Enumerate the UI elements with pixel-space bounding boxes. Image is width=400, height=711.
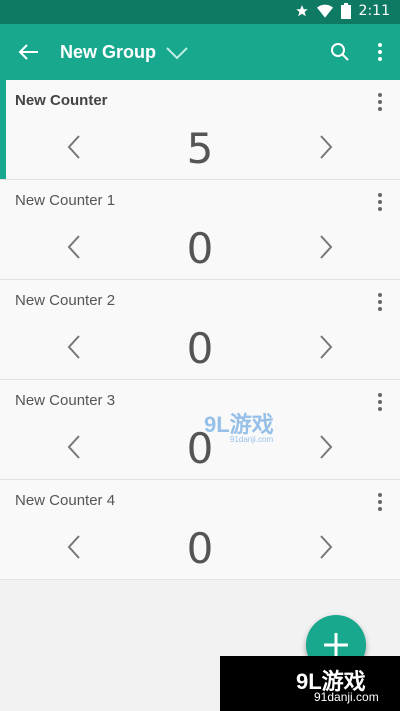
counter-item[interactable]: New Counter 4 0 [0, 480, 400, 580]
chevron-right-icon[interactable] [314, 132, 338, 162]
more-vert-icon[interactable] [370, 40, 390, 64]
counter-name: New Counter 1 [15, 192, 116, 209]
watermark-banner: 9L游戏 91danji.com [220, 656, 400, 711]
counter-item[interactable]: New Counter 1 0 [0, 180, 400, 280]
chevron-left-icon[interactable] [62, 432, 86, 462]
page-title: New Group [60, 42, 157, 62]
back-arrow-icon[interactable] [14, 38, 42, 66]
chevron-right-icon[interactable] [314, 332, 338, 362]
chevron-right-icon[interactable] [314, 432, 338, 462]
more-vert-icon[interactable] [372, 492, 388, 512]
chevron-left-icon[interactable] [62, 532, 86, 562]
counter-name: New Counter 2 [15, 292, 116, 309]
status-icons: 2:11 [295, 3, 390, 19]
svg-text:91danji.com: 91danji.com [230, 435, 273, 444]
chevron-right-icon[interactable] [314, 532, 338, 562]
wifi-icon [316, 4, 333, 18]
chevron-right-icon[interactable] [314, 232, 338, 262]
status-bar: 2:11 [0, 0, 400, 24]
search-icon[interactable] [328, 40, 352, 64]
counter-name: New Counter 4 [15, 492, 116, 509]
counter-item[interactable]: New Counter 5 [0, 80, 400, 180]
more-vert-icon[interactable] [372, 292, 388, 312]
watermark-site: 91danji.com [314, 690, 379, 704]
chevron-down-icon[interactable] [164, 42, 190, 64]
battery-icon [340, 3, 351, 19]
watermark-logo: 9L游戏 91danji.com [204, 412, 274, 444]
more-vert-icon[interactable] [372, 192, 388, 212]
status-time: 2:11 [358, 3, 390, 19]
star-icon [295, 5, 308, 17]
counter-list: New Counter 5 New Counter 1 0 New Counte… [0, 80, 400, 580]
chevron-left-icon[interactable] [62, 132, 86, 162]
counter-value: 5 [186, 124, 214, 173]
more-vert-icon[interactable] [372, 92, 388, 112]
counter-name: New Counter [15, 92, 108, 109]
app-bar: New Group [0, 24, 400, 80]
counter-value: 0 [186, 224, 214, 273]
counter-item[interactable]: New Counter 3 0 [0, 380, 400, 480]
chevron-left-icon[interactable] [62, 332, 86, 362]
chevron-left-icon[interactable] [62, 232, 86, 262]
svg-text:9L游戏: 9L游戏 [204, 412, 274, 437]
counter-item[interactable]: New Counter 2 0 [0, 280, 400, 380]
counter-value: 0 [186, 524, 214, 573]
counter-name: New Counter 3 [15, 392, 116, 409]
counter-value: 0 [186, 324, 214, 373]
more-vert-icon[interactable] [372, 392, 388, 412]
